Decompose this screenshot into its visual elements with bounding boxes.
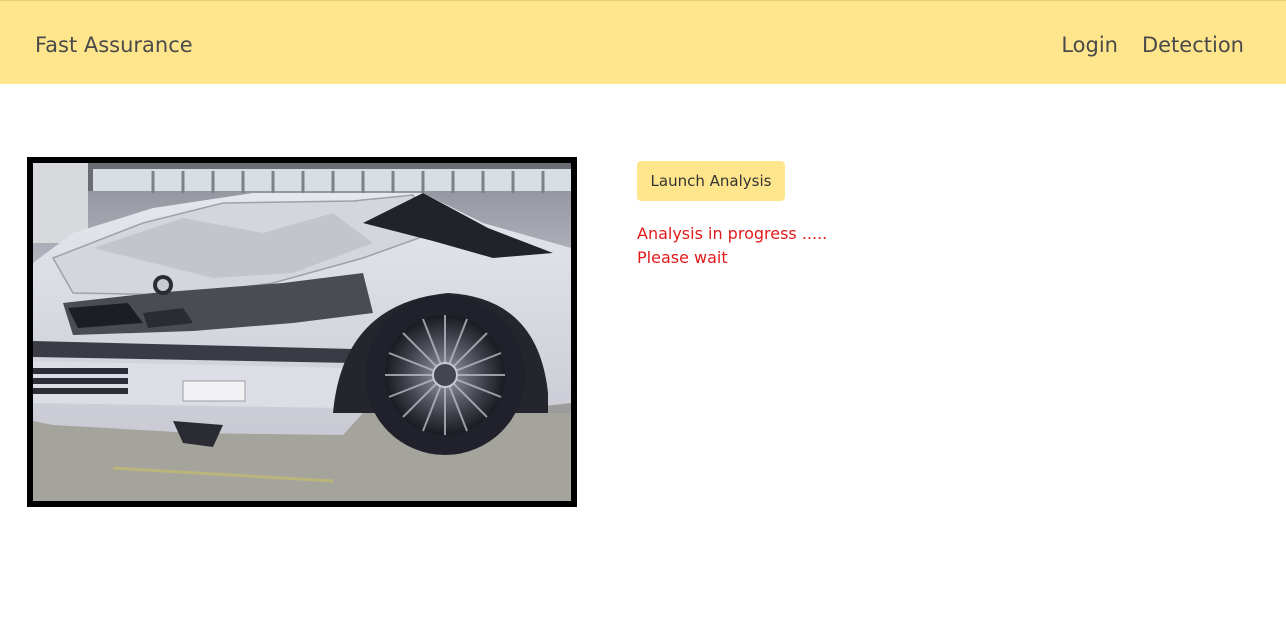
analysis-status: Analysis in progress ..... Please wait — [637, 222, 827, 270]
status-wait-text: Please wait — [637, 248, 728, 267]
nav-links: Login Detection — [1061, 31, 1244, 59]
navbar: Fast Assurance Login Detection — [0, 0, 1286, 84]
brand-link[interactable]: Fast Assurance — [35, 31, 193, 59]
nav-detection-link[interactable]: Detection — [1142, 31, 1244, 59]
damaged-car-photo — [33, 163, 571, 501]
status-progress-text: Analysis in progress ..... — [637, 224, 828, 243]
launch-analysis-button[interactable]: Launch Analysis — [637, 161, 785, 201]
car-photo-frame — [27, 157, 577, 507]
nav-login-link[interactable]: Login — [1061, 31, 1118, 59]
